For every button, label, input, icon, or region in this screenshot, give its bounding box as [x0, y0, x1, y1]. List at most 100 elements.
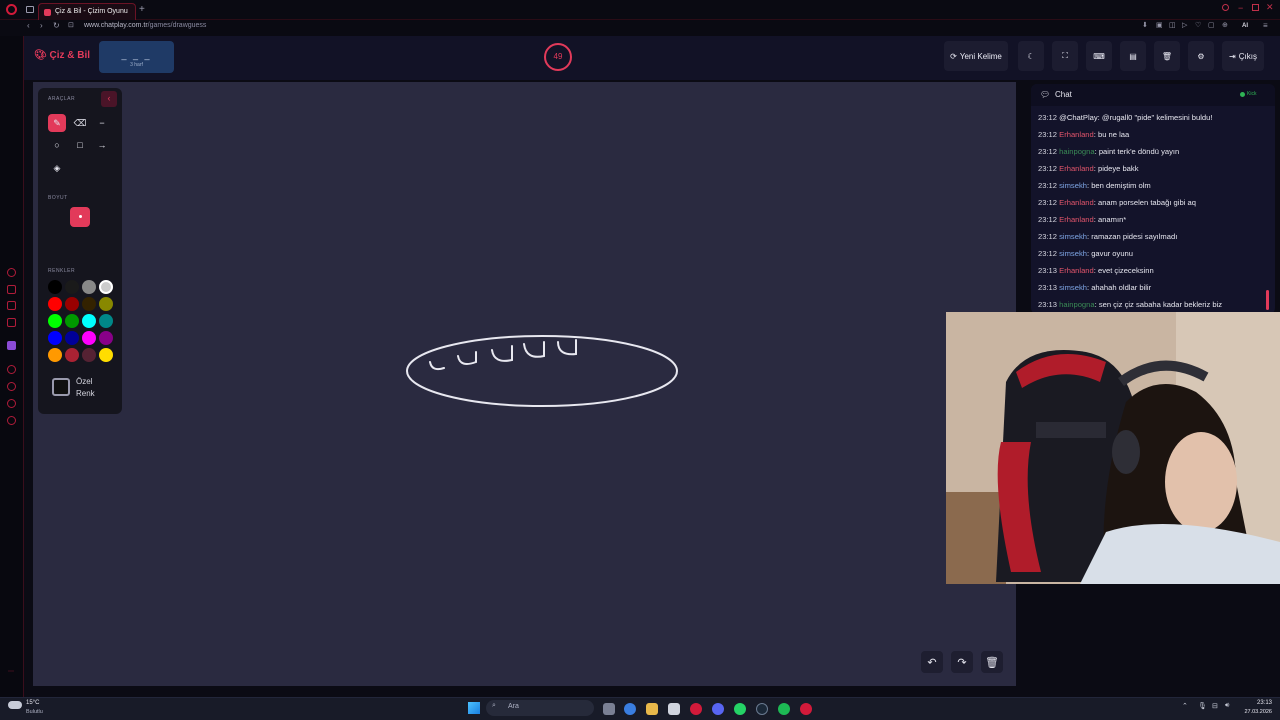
- chat-username[interactable]: Erhanland: [1059, 164, 1094, 173]
- pencil-tool[interactable]: ✎: [48, 114, 66, 132]
- network-icon[interactable]: ⊟: [1212, 702, 1218, 710]
- file-explorer-icon[interactable]: [646, 703, 658, 715]
- color-swatch[interactable]: [82, 348, 96, 362]
- browser-tab[interactable]: Çiz & Bil - Çizim Oyunu: [38, 3, 136, 20]
- spotify-icon[interactable]: [778, 703, 790, 715]
- chat-username[interactable]: hainpogna: [1059, 300, 1094, 309]
- player-icon[interactable]: ▷: [1182, 21, 1187, 29]
- taskbar-search[interactable]: Ara: [486, 700, 594, 716]
- clear-canvas-button[interactable]: 🗑︎: [981, 651, 1003, 673]
- color-swatch[interactable]: [65, 280, 79, 294]
- dark-mode-button[interactable]: ☾: [1018, 41, 1044, 71]
- chat-username[interactable]: simsekh: [1059, 283, 1087, 292]
- color-swatch[interactable]: [82, 297, 96, 311]
- line-tool[interactable]: −: [93, 114, 111, 132]
- color-swatch[interactable]: [99, 331, 113, 345]
- chat-username[interactable]: Erhanland: [1059, 130, 1094, 139]
- sidebar-more-icon[interactable]: ⋯: [8, 668, 14, 675]
- chat-scrollbar[interactable]: [1266, 290, 1269, 310]
- fill-tool[interactable]: ◈: [48, 159, 66, 177]
- ai-button[interactable]: AI: [1242, 23, 1248, 29]
- color-swatch[interactable]: [48, 314, 62, 328]
- color-swatch[interactable]: [99, 297, 113, 311]
- new-tab-icon[interactable]: +: [139, 4, 145, 15]
- custom-color-swatch[interactable]: [52, 378, 70, 396]
- chat-username[interactable]: simsekh: [1059, 249, 1087, 258]
- circle-tool[interactable]: ○: [48, 136, 66, 154]
- tray-arrow-icon[interactable]: ⌃: [1182, 702, 1188, 710]
- chat-username[interactable]: simsekh: [1059, 181, 1087, 190]
- sidebar-settings-icon[interactable]: [7, 416, 16, 425]
- color-swatch[interactable]: [48, 348, 62, 362]
- copilot-icon[interactable]: [624, 703, 636, 715]
- opera-icon[interactable]: [800, 703, 812, 715]
- clear-board-button[interactable]: 🗑︎: [1154, 41, 1180, 71]
- sidebar-whatsapp-icon[interactable]: [7, 301, 16, 310]
- color-swatch[interactable]: [65, 331, 79, 345]
- chat-username[interactable]: simsekh: [1059, 232, 1087, 241]
- new-word-button[interactable]: ⟳ Yeni Kelime: [944, 41, 1008, 71]
- sidebar-aria-icon[interactable]: [7, 268, 16, 277]
- rectangle-tool[interactable]: □: [71, 136, 89, 154]
- color-swatch[interactable]: [82, 280, 96, 294]
- close-window-icon[interactable]: ✕: [1266, 2, 1274, 13]
- color-swatch[interactable]: [48, 331, 62, 345]
- color-swatch[interactable]: [99, 280, 113, 294]
- fullscreen-button[interactable]: ⛶: [1052, 41, 1078, 71]
- settings-button[interactable]: ⚙: [1188, 41, 1214, 71]
- custom-color-label[interactable]: Özel Renk: [76, 376, 95, 400]
- collapse-panel-button[interactable]: ‹: [101, 91, 117, 107]
- eraser-tool[interactable]: ⌫: [71, 114, 89, 132]
- url-text[interactable]: www.chatplay.com.tr/games/drawguess: [84, 22, 206, 29]
- taskbar-date[interactable]: 27.03.2026: [1232, 709, 1272, 715]
- brush-size-button[interactable]: [70, 207, 90, 227]
- volume-icon[interactable]: 🔊︎: [1225, 702, 1229, 710]
- undo-button[interactable]: ↶: [921, 651, 943, 673]
- archive-button[interactable]: ▤: [1120, 41, 1146, 71]
- sidebar-twitch-icon[interactable]: [7, 341, 16, 350]
- sidebar-instagram-icon[interactable]: [7, 318, 16, 327]
- maximize-icon[interactable]: [1252, 4, 1259, 11]
- minimize-icon[interactable]: −: [1238, 3, 1243, 13]
- weather-temp[interactable]: 15°C: [26, 700, 39, 706]
- color-swatch[interactable]: [65, 314, 79, 328]
- flow-icon[interactable]: ⊕: [1222, 21, 1228, 29]
- color-swatch[interactable]: [99, 314, 113, 328]
- microphone-icon[interactable]: 🎙︎: [1198, 702, 1207, 710]
- sidebar-player-icon[interactable]: [7, 365, 16, 374]
- workspaces-icon[interactable]: [26, 6, 34, 13]
- store-icon[interactable]: [668, 703, 680, 715]
- task-view-icon[interactable]: [603, 703, 615, 715]
- wallet-icon[interactable]: ▢: [1208, 21, 1215, 29]
- chat-username[interactable]: hainpogna: [1059, 147, 1094, 156]
- sidebar-messenger-icon[interactable]: [7, 285, 16, 294]
- arrow-tool[interactable]: →: [93, 136, 111, 154]
- search-tabs-icon[interactable]: [1222, 4, 1229, 11]
- reload-icon[interactable]: ↻: [53, 21, 60, 30]
- forward-icon[interactable]: ›: [40, 21, 43, 30]
- bookmark-heart-icon[interactable]: ♡: [1195, 21, 1201, 29]
- chat-username[interactable]: Erhanland: [1059, 266, 1094, 275]
- exit-button[interactable]: ⇥ Çıkış: [1222, 41, 1264, 71]
- discord-icon[interactable]: [712, 703, 724, 715]
- color-swatch[interactable]: [48, 297, 62, 311]
- redo-button[interactable]: ↷: [951, 651, 973, 673]
- chat-username[interactable]: Erhanland: [1059, 198, 1094, 207]
- whatsapp-icon[interactable]: [734, 703, 746, 715]
- opera-gx-icon[interactable]: [690, 703, 702, 715]
- color-swatch[interactable]: [65, 348, 79, 362]
- color-swatch[interactable]: [48, 280, 62, 294]
- snapshot-icon[interactable]: ▣: [1156, 21, 1163, 29]
- taskbar-time[interactable]: 23:13: [1238, 700, 1272, 706]
- sidebar-bookmarks-icon[interactable]: [7, 399, 16, 408]
- color-swatch[interactable]: [99, 348, 113, 362]
- download-icon[interactable]: ⬇: [1142, 21, 1148, 29]
- steam-icon[interactable]: [756, 703, 768, 715]
- windows-start-icon[interactable]: [468, 702, 480, 714]
- sidebar-history-icon[interactable]: [7, 382, 16, 391]
- weather-desc[interactable]: Bulutlu: [26, 709, 43, 715]
- color-swatch[interactable]: [65, 297, 79, 311]
- color-swatch[interactable]: [82, 331, 96, 345]
- extensions-icon[interactable]: ◫: [1169, 21, 1176, 29]
- chat-username[interactable]: Erhanland: [1059, 215, 1094, 224]
